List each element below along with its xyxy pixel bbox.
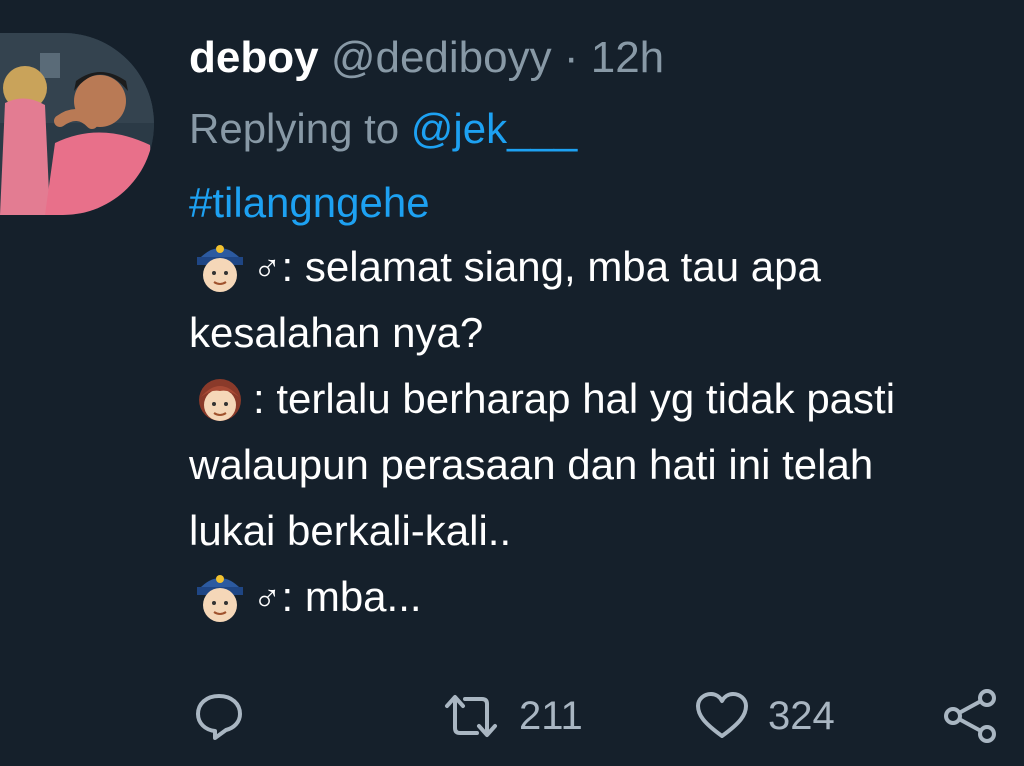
retweet-count: 211	[519, 693, 583, 738]
retweet-button[interactable]: 211	[441, 684, 583, 748]
avatar[interactable]	[0, 33, 154, 215]
replying-to: Replying to @jek___	[189, 104, 1024, 154]
tweet-line: walaupun perasaan dan hati ini telah	[189, 432, 1024, 498]
comment-icon	[193, 690, 245, 742]
display-name[interactable]: deboy	[189, 33, 319, 82]
timestamp[interactable]: 12h	[591, 33, 664, 82]
male-sign: ♂	[253, 248, 282, 290]
separator-dot: ·	[563, 33, 579, 82]
tweet[interactable]: deboy @dediboyy · 12h Replying to @jek__…	[189, 28, 1024, 630]
replying-to-label: Replying to	[189, 105, 400, 152]
police-officer-emoji-icon	[189, 235, 251, 295]
tweet-text: #tilangngehe ♂: selamat siang, mba tau a…	[189, 172, 1024, 630]
like-count: 324	[768, 693, 835, 738]
tweet-line-text: walaupun perasaan dan hati ini telah	[189, 441, 874, 488]
retweet-icon	[441, 690, 501, 742]
tweet-line-text: : mba...	[281, 573, 422, 620]
tweet-line-text: : terlalu berharap hal yg tidak pasti	[253, 375, 896, 422]
tweet-line: ♂: mba...	[189, 564, 1024, 630]
police-officer-emoji-icon	[189, 565, 251, 625]
tweet-line: lukai berkali-kali..	[189, 498, 1024, 564]
tweet-line: ♂: selamat siang, mba tau apa	[189, 234, 1024, 300]
share-icon	[941, 688, 1001, 744]
tweet-line-text: lukai berkali-kali..	[189, 507, 512, 554]
tweet-line-text: : selamat siang, mba tau apa	[281, 243, 821, 290]
hashtag-link[interactable]: #tilangngehe	[189, 172, 1024, 234]
woman-emoji-icon	[189, 367, 251, 427]
tweet-header: deboy @dediboyy · 12h	[189, 28, 1024, 88]
reply-mention-link[interactable]: @jek___	[411, 105, 577, 152]
tweet-line-text: kesalahan nya?	[189, 309, 484, 356]
share-button[interactable]	[941, 684, 1001, 748]
user-handle[interactable]: @dediboyy	[331, 33, 552, 82]
tweet-line: : terlalu berharap hal yg tidak pasti	[189, 366, 1024, 432]
male-sign: ♂	[253, 578, 282, 620]
tweet-actions: 211 324	[189, 684, 1024, 748]
heart-icon	[694, 690, 750, 742]
tweet-line: kesalahan nya?	[189, 300, 1024, 366]
reply-button[interactable]	[193, 684, 245, 748]
like-button[interactable]: 324	[694, 684, 835, 748]
